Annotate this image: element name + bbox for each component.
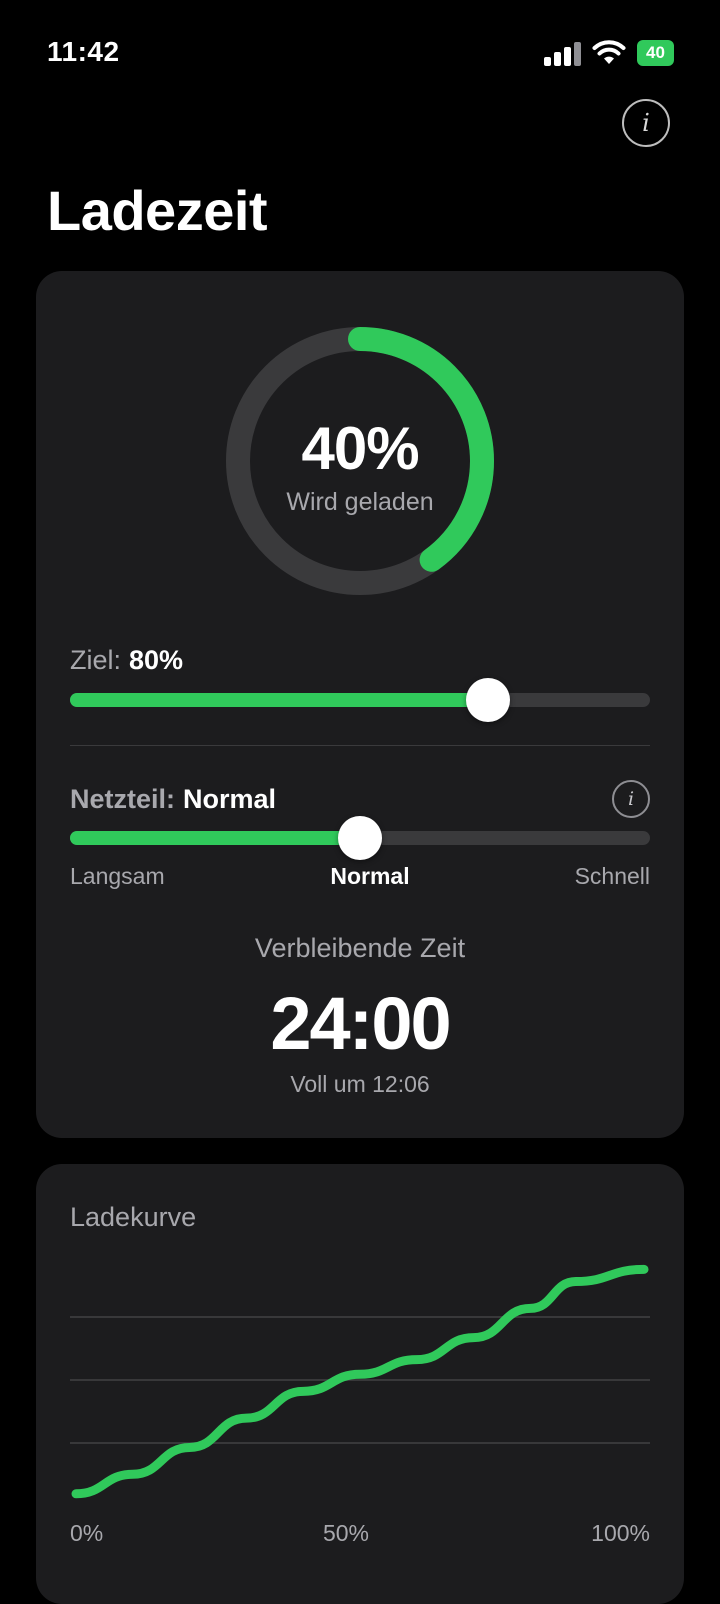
target-slider-fill — [70, 693, 488, 707]
x-tick-label: 50% — [322, 1520, 370, 1546]
power-label: Netzteil: — [70, 784, 176, 814]
info-icon[interactable]: i — [622, 99, 670, 147]
status-time: 11:42 — [47, 36, 120, 67]
target-label: Ziel: — [70, 645, 122, 675]
power-info-icon[interactable]: i — [612, 780, 650, 818]
cellular-signal-icon — [544, 42, 582, 66]
target-label-row: Ziel: 80% — [70, 645, 183, 676]
charge-curve-line — [71, 1264, 649, 1499]
charge-percent: 40% — [301, 415, 419, 482]
power-slider[interactable] — [70, 816, 650, 860]
charging-card: 40% Wird geladen Ziel: 80% Netzteil: Norma… — [36, 271, 684, 1138]
power-value: Normal — [183, 784, 277, 814]
charge-curve-card: Ladekurve 0% 50% 100% — [36, 1164, 684, 1604]
x-tick-label: 100% — [591, 1520, 650, 1546]
charge-state: Wird geladen — [286, 488, 434, 516]
page-title: Ladezeit — [47, 179, 268, 242]
target-slider-thumb[interactable] — [465, 678, 510, 722]
full-at-time: Voll um 12:06 — [290, 1071, 430, 1097]
divider — [70, 745, 650, 746]
remaining-time: 24:00 — [270, 982, 451, 1065]
wifi-icon — [592, 40, 626, 64]
power-label-row: Netzteil: Normal — [70, 784, 276, 815]
remaining-time-label: Verbleibende Zeit — [254, 933, 466, 963]
status-bar: 11:42 40 — [0, 0, 720, 100]
battery-indicator: 40 — [637, 40, 674, 66]
target-value: 80% — [129, 645, 184, 675]
power-slider-fill — [70, 831, 360, 845]
target-slider[interactable] — [70, 678, 650, 722]
power-max-label: Schnell — [574, 863, 650, 889]
power-slider-thumb[interactable] — [338, 816, 382, 860]
